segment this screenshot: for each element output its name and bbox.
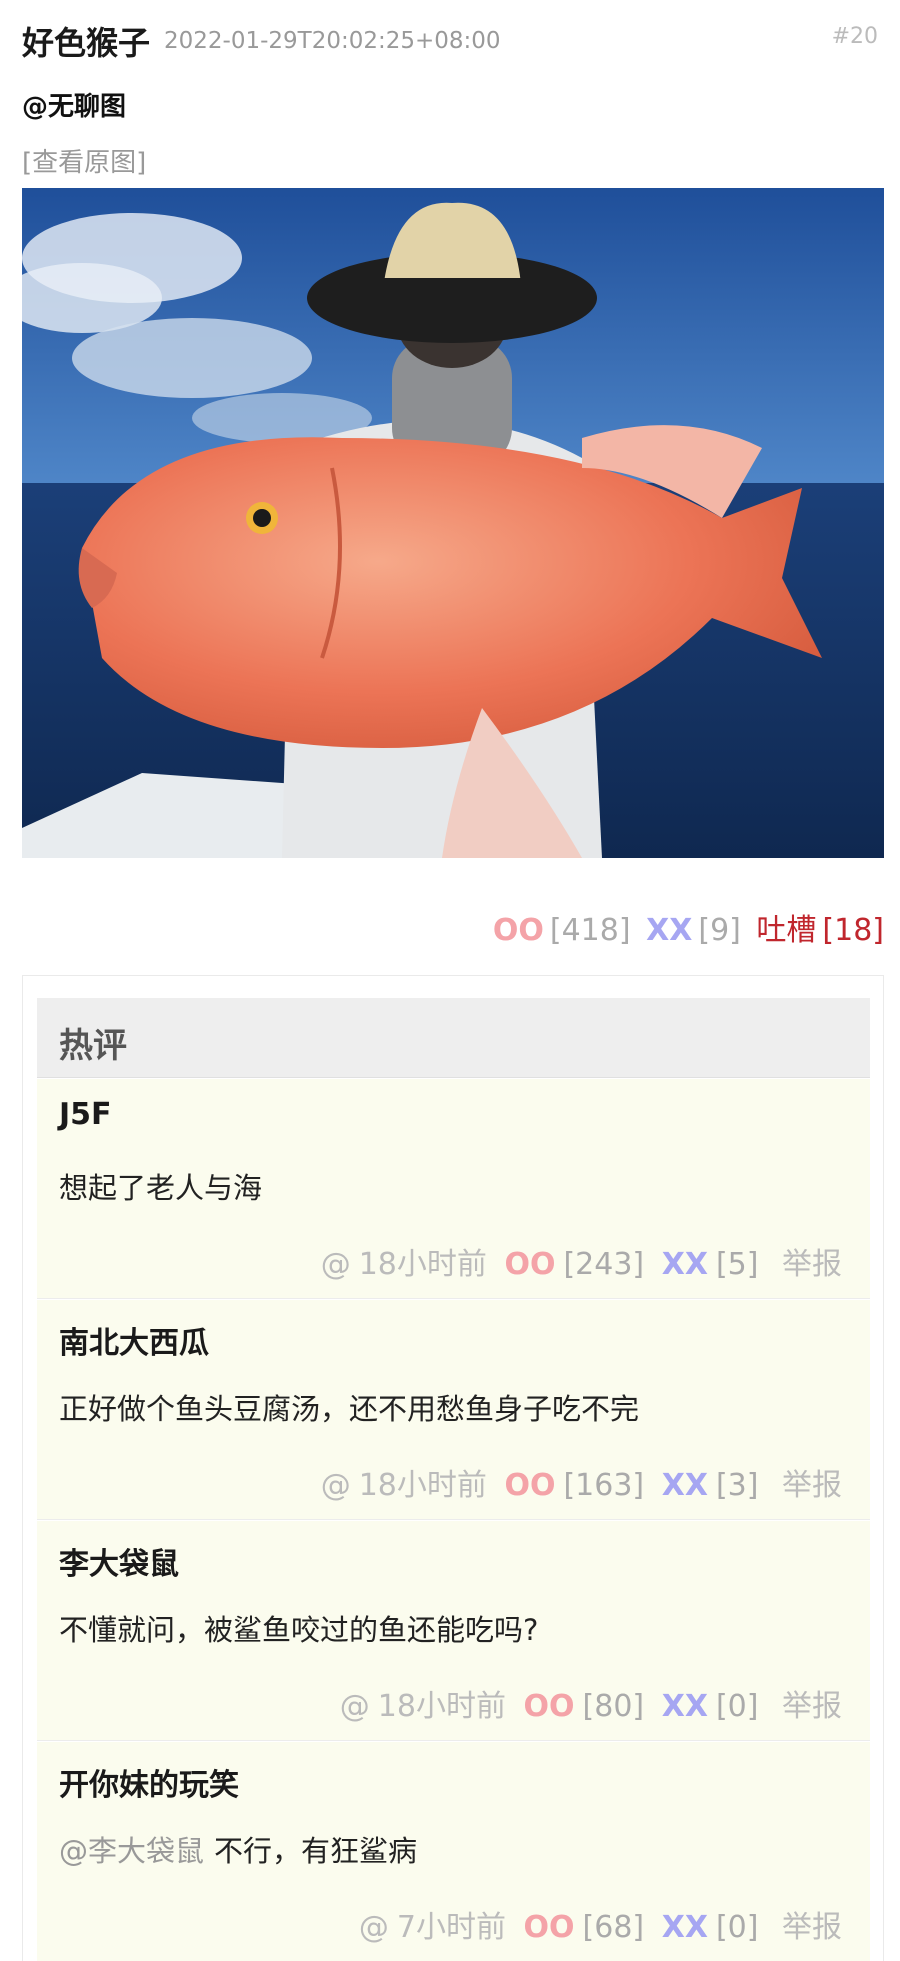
comment-meta: @18小时前 OO [243] XX [5] 举报 [313, 1239, 842, 1283]
comment-reply-to-link[interactable]: @李大袋鼠 [59, 1834, 204, 1868]
comment-oo-count: [68] [582, 1910, 645, 1945]
report-button[interactable]: 举报 [782, 1247, 842, 1282]
comment-time: 7小时前 [396, 1910, 506, 1945]
comment-author[interactable]: 李大袋鼠 [59, 1539, 179, 1583]
comment-xx-button[interactable]: XX [662, 1910, 708, 1945]
comment-oo-count: [243] [563, 1247, 645, 1282]
post-author[interactable]: 好色猴子 [22, 18, 150, 64]
hot-comments-panel: 热评 J5F 想起了老人与海 @18小时前 OO [243] XX [5] 举报 南… [22, 975, 884, 1961]
reply-at-button[interactable]: @ [359, 1910, 389, 1945]
comment-time: 18小时前 [358, 1468, 487, 1503]
comment-oo-count: [80] [582, 1689, 645, 1724]
comment-time: 18小时前 [358, 1247, 487, 1282]
comment-oo-button[interactable]: OO [524, 1910, 575, 1945]
comment-text: 正好做个鱼头豆腐汤，还不用愁鱼身子吃不完 [59, 1386, 639, 1428]
hot-comments-title: 热评 [59, 1026, 127, 1066]
comment-author[interactable]: J5F [59, 1097, 112, 1132]
comment-oo-button[interactable]: OO [524, 1689, 575, 1724]
xx-count: [9] [698, 913, 741, 948]
comment-body: 想起了老人与海 [59, 1171, 263, 1205]
reply-at-button[interactable]: @ [321, 1468, 351, 1503]
comment-body: 不懂就问，被鲨鱼咬过的鱼还能吃吗? [59, 1613, 539, 1647]
comment-oo-button[interactable]: OO [504, 1247, 555, 1282]
reply-at-button[interactable]: @ [340, 1689, 370, 1724]
post-mention: @无聊图 [22, 92, 127, 122]
comment-body: 正好做个鱼头豆腐汤，还不用愁鱼身子吃不完 [59, 1392, 640, 1426]
report-button[interactable]: 举报 [782, 1910, 842, 1945]
post-timestamp: 2022-01-29T20:02:25+08:00 [164, 28, 501, 54]
comment-author[interactable]: 南北大西瓜 [59, 1318, 209, 1362]
comment-item: 李大袋鼠 不懂就问，被鲨鱼咬过的鱼还能吃吗? @18小时前 OO [80] XX[… [37, 1521, 870, 1741]
comment-item: J5F 想起了老人与海 @18小时前 OO [243] XX [5] 举报 [37, 1079, 870, 1299]
oo-count: [418] [549, 913, 631, 948]
comment-text: @李大袋鼠 不行，有狂鲨病 [59, 1828, 417, 1870]
comment-xx-button[interactable]: XX [662, 1468, 708, 1503]
comment-item: 南北大西瓜 正好做个鱼头豆腐汤，还不用愁鱼身子吃不完 @18小时前 OO [163… [37, 1300, 870, 1520]
view-original-link[interactable]: [查看原图] [22, 142, 146, 179]
comment-item: 开你妹的玩笑 @李大袋鼠 不行，有狂鲨病 @7小时前 OO [68] XX [0] 举… [37, 1742, 870, 1961]
post-image[interactable] [22, 188, 884, 858]
post-number[interactable]: #20 [832, 24, 878, 49]
comment-xx-button[interactable]: XX [662, 1247, 708, 1282]
comment-oo-count: [163] [563, 1468, 645, 1503]
tucao-count[interactable]: [18] [822, 913, 884, 948]
comment-xx-button[interactable]: XX [662, 1689, 708, 1724]
post-vote-bar: OO [418] XX [9] 吐槽 [18] [487, 905, 884, 949]
comment-meta: @18小时前 OO [163] XX [3] 举报 [313, 1460, 842, 1504]
comment-xx-count: [3] [715, 1468, 759, 1503]
tucao-button[interactable]: 吐槽 [756, 913, 816, 948]
comment-xx-count: [5] [715, 1247, 759, 1282]
comment-time: 18小时前 [377, 1689, 506, 1724]
comment-xx-count: [0] [715, 1910, 759, 1945]
comment-body: 不行，有狂鲨病 [214, 1834, 418, 1868]
comment-text: 不懂就问，被鲨鱼咬过的鱼还能吃吗? [59, 1607, 538, 1649]
post-header: 好色猴子 2022-01-29T20:02:25+08:00 #20 [22, 18, 878, 62]
comment-meta: @18小时前 OO [80] XX [0] 举报 [332, 1681, 842, 1725]
oo-vote-button[interactable]: OO [493, 913, 544, 948]
comment-meta: @7小时前 OO [68] XX [0] 举报 [351, 1902, 842, 1946]
hot-comments-header: 热评 [37, 998, 870, 1078]
reply-at-button[interactable]: @ [321, 1247, 351, 1282]
xx-vote-button[interactable]: XX [646, 913, 692, 948]
report-button[interactable]: 举报 [782, 1468, 842, 1503]
comment-oo-button[interactable]: OO [504, 1468, 555, 1503]
comment-text: 想起了老人与海 [59, 1165, 262, 1207]
comment-xx-count: [0] [715, 1689, 759, 1724]
report-button[interactable]: 举报 [782, 1689, 842, 1724]
fish-photo-illustration [22, 188, 884, 858]
comment-author[interactable]: 开你妹的玩笑 [59, 1760, 239, 1804]
